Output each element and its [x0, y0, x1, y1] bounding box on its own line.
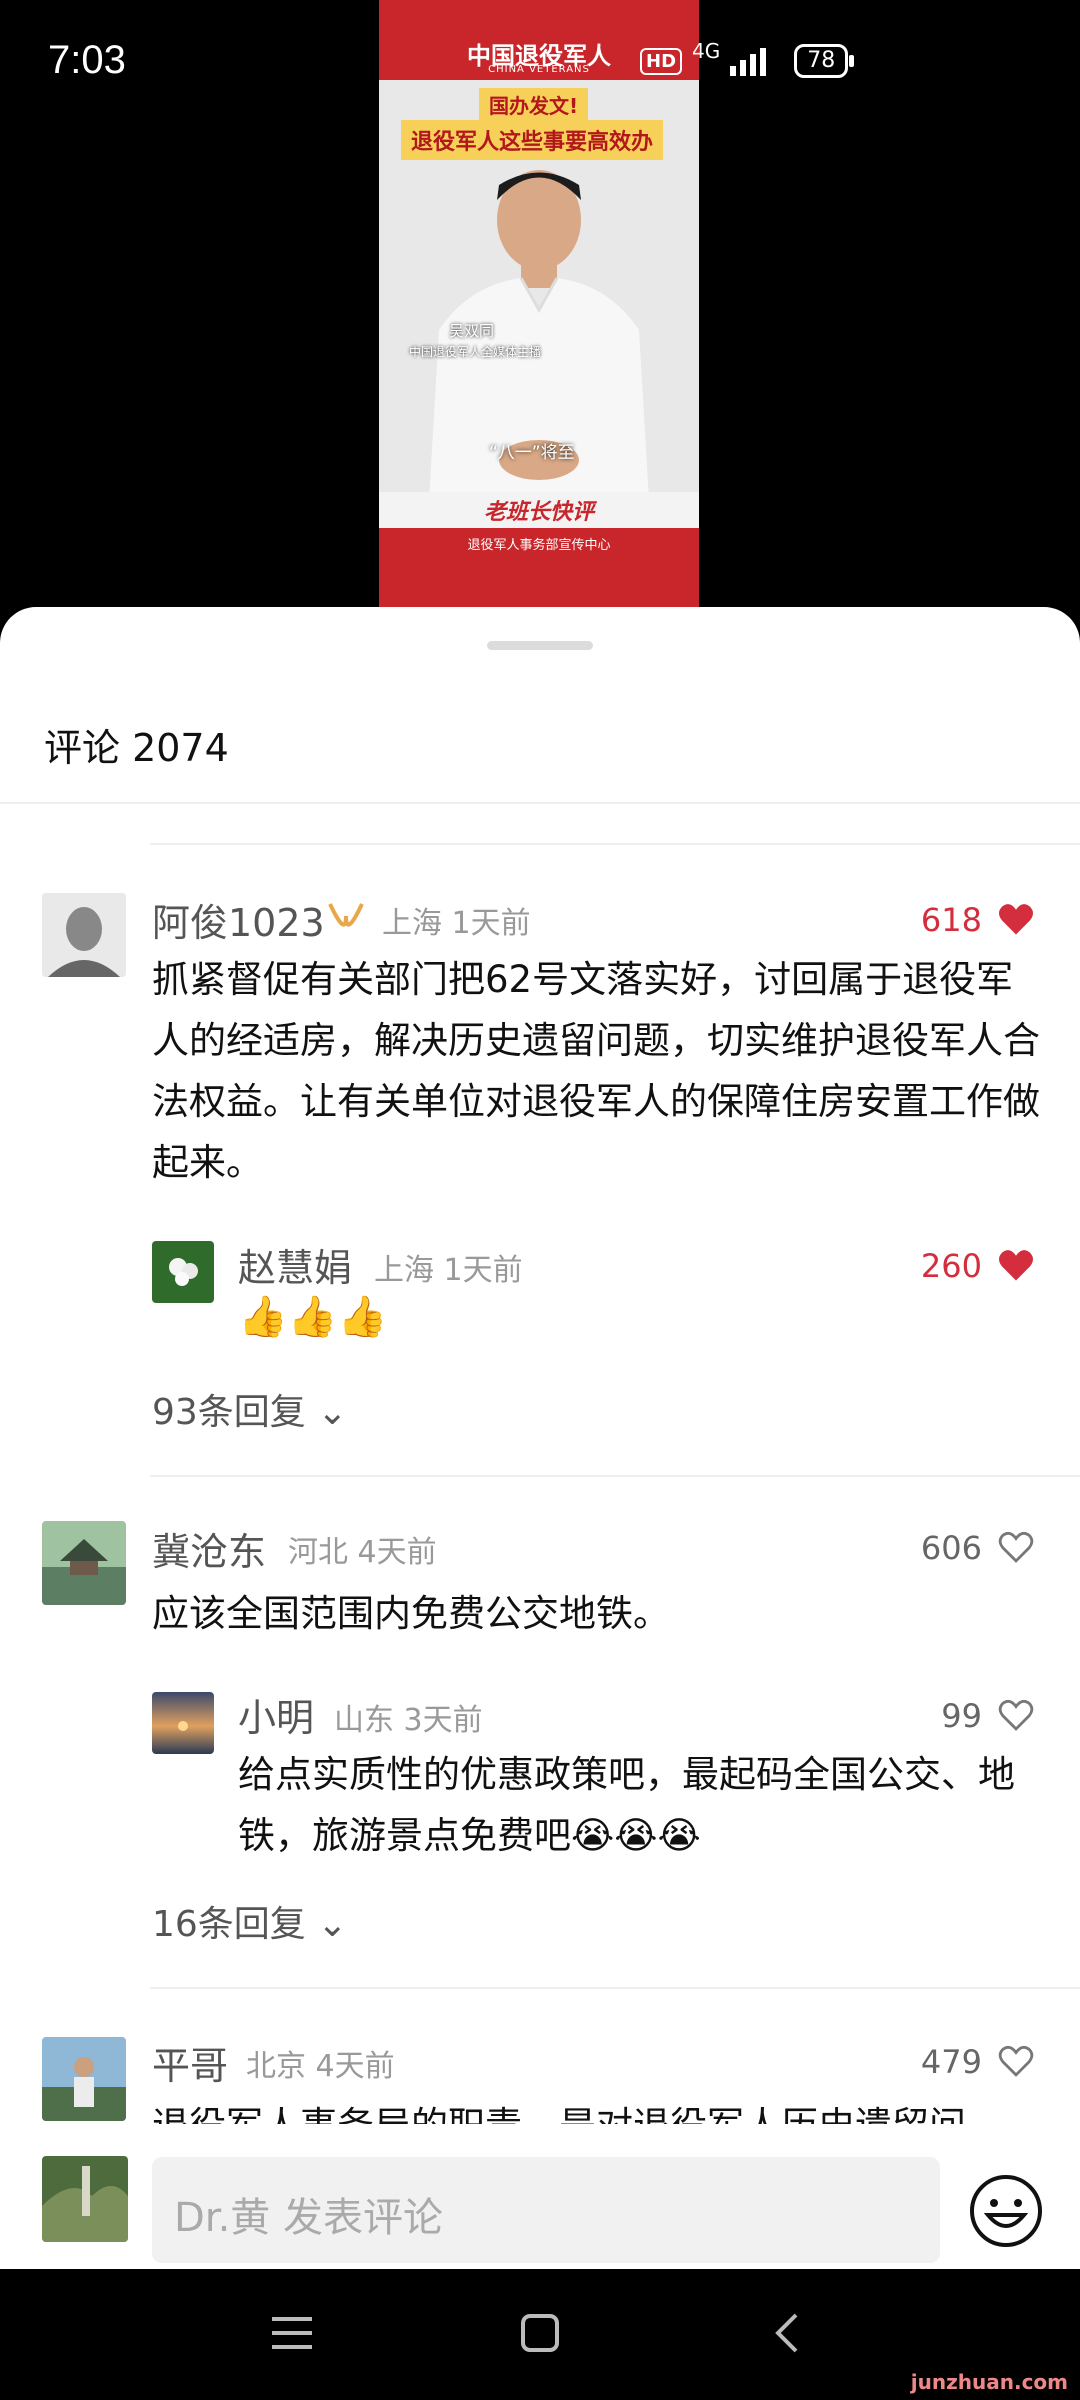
comment-input[interactable]: Dr.黄 发表评论 [152, 2157, 940, 2263]
comment-sheet: 评论 2074 阿俊1023 上海 1天前 618 抓紧督促有关部门把62号文落… [0, 607, 1080, 2269]
system-nav-bar: junzhuan.com [0, 2269, 1080, 2400]
like-count: 606 [920, 1529, 982, 1567]
home-icon[interactable] [520, 2313, 560, 2353]
badge-icon [328, 903, 364, 927]
reply-time: 3天前 [403, 1703, 483, 1738]
status-icons: HD 4G 78 [640, 39, 855, 78]
reply-time: 1天前 [443, 1253, 523, 1288]
video-footer: 退役军人事务部宣传中心 [467, 538, 611, 553]
heart-outline-icon[interactable] [997, 1530, 1035, 1564]
heart-filled-icon[interactable] [997, 1248, 1035, 1282]
heart-filled-icon[interactable] [997, 902, 1035, 936]
battery-level: 78 [807, 48, 836, 73]
comment-meta: 上海 1天前 [382, 898, 531, 942]
comment-input-placeholder: Dr.黄 发表评论 [174, 2195, 444, 2241]
speaker-name: 吴双同 [449, 322, 495, 340]
speaker-title: 中国退役军人全媒体主播 [409, 345, 542, 359]
reply-location: 山东 [334, 1703, 394, 1738]
comment-time: 4天前 [315, 2049, 395, 2084]
divider [150, 1475, 1080, 1477]
battery-icon: 78 [794, 44, 855, 78]
divider [150, 843, 1080, 845]
divider [150, 1987, 1080, 1989]
watermark: junzhuan.com [910, 2370, 1068, 2394]
like-count: 99 [941, 1697, 982, 1735]
divider [0, 802, 1080, 804]
reply-text: 给点实质性的优惠政策吧，最起码全国公交、地铁，旅游景点免费吧😭😭😭 [238, 1753, 1015, 1857]
heart-outline-icon[interactable] [997, 1698, 1035, 1732]
video-subtitle: “八一”将至 [489, 443, 575, 463]
reply-meta: 上海 1天前 [374, 1245, 523, 1289]
back-icon[interactable] [774, 2313, 800, 2353]
comment-text: 抓紧督促有关部门把62号文落实好，讨回属于退役军人的经适房，解决历史遗留问题，切… [152, 958, 1040, 1184]
comment-meta: 河北 4天前 [288, 1527, 437, 1571]
avatar[interactable] [42, 1521, 126, 1605]
comment-input-bar: Dr.黄 发表评论 [0, 2124, 1080, 2269]
comments-title: 评论 2074 [44, 726, 229, 770]
video-headline-2: 退役军人这些事要高效办 [401, 120, 664, 160]
reply-author[interactable]: 小明 [238, 1687, 314, 1742]
video-banner: 老班长快评 [483, 500, 594, 525]
avatar[interactable] [42, 2156, 128, 2242]
comment-location: 北京 [246, 2049, 306, 2084]
avatar[interactable] [152, 1692, 214, 1754]
comment-location: 上海 [382, 906, 442, 941]
drag-handle[interactable] [487, 641, 593, 650]
like-count: 260 [920, 1247, 982, 1285]
menu-icon[interactable] [272, 2315, 312, 2351]
comment-author[interactable]: 平哥 [152, 2035, 228, 2090]
chevron-down-icon: ⌄ [317, 1392, 348, 1433]
avatar[interactable] [42, 2037, 126, 2121]
avatar[interactable] [42, 893, 126, 977]
avatar[interactable] [152, 1241, 214, 1303]
comment-meta: 北京 4天前 [246, 2041, 395, 2085]
comment-time: 4天前 [357, 1535, 437, 1570]
more-replies-label: 16条回复 [152, 1904, 306, 1945]
comment-time: 1天前 [451, 906, 531, 941]
more-replies-button[interactable]: 16条回复 ⌄ [152, 1895, 347, 1947]
status-bar: 7:03 HD 4G 78 [0, 0, 1080, 110]
like-count: 618 [920, 901, 982, 939]
network-type: 4G [692, 39, 721, 63]
reply-author[interactable]: 赵慧娟 [238, 1237, 352, 1292]
signal-icon [730, 46, 767, 76]
reply-meta: 山东 3天前 [334, 1695, 483, 1739]
more-replies-button[interactable]: 93条回复 ⌄ [152, 1383, 347, 1435]
comment-text: 应该全国范围内免费公交地铁。 [152, 1592, 670, 1635]
hd-icon: HD [640, 47, 683, 75]
status-time: 7:03 [48, 38, 126, 82]
chevron-down-icon: ⌄ [317, 1904, 348, 1945]
comment-author[interactable]: 冀沧东 [152, 1521, 266, 1576]
comment-author[interactable]: 阿俊1023 [152, 892, 325, 947]
comment-location: 河北 [288, 1535, 348, 1570]
more-replies-label: 93条回复 [152, 1392, 306, 1433]
like-count: 479 [920, 2043, 982, 2081]
reply-location: 上海 [374, 1253, 434, 1288]
reply-text: 👍👍👍 [238, 1294, 388, 1340]
emoji-icon[interactable] [968, 2173, 1044, 2249]
heart-outline-icon[interactable] [997, 2044, 1035, 2078]
